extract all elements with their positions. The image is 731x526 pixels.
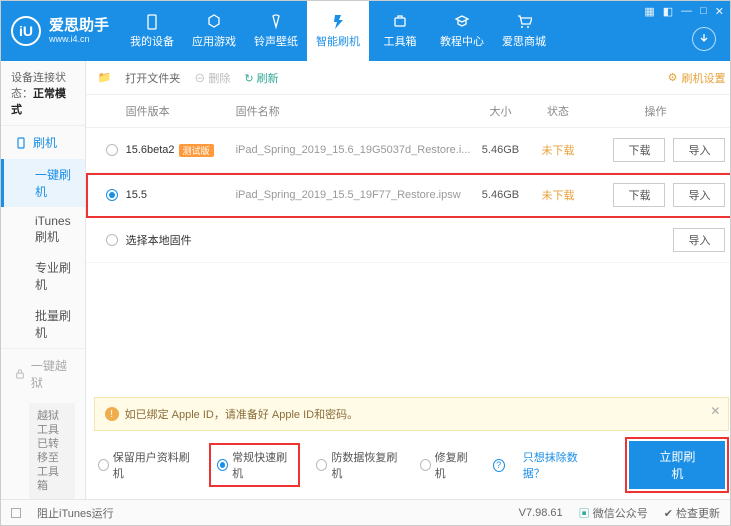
status-bar: 阻止iTunes运行 V7.98.61 ▣ 微信公众号 ✔ 检查更新 [1,499,730,525]
nav-apps[interactable]: 应用游戏 [183,1,245,61]
ring-icon [267,13,285,31]
firmware-size: 5.46GB [470,144,530,156]
phone-icon [143,13,161,31]
main-content: 📁 打开文件夹 ⊖ 删除 ↻ 刷新 ⚙ 刷机设置 固件版本 固件名称 大小 状态… [86,61,730,499]
download-button[interactable]: 下载 [613,138,665,162]
minimize-button[interactable]: — [681,5,692,18]
firmware-row[interactable]: 15.6beta2测试版iPad_Spring_2019_15.6_19G503… [86,128,730,173]
firmware-version: 15.6beta2测试版 [126,144,236,157]
warning-icon: ! [105,407,119,421]
brand-name: 爱思助手 [49,18,109,34]
firmware-filename: iPad_Spring_2019_15.5_19F77_Restore.ipsw [236,189,471,201]
tools-icon [391,13,409,31]
firmware-radio[interactable] [106,189,118,201]
toolbar: 📁 打开文件夹 ⊖ 删除 ↻ 刷新 ⚙ 刷机设置 [86,61,730,95]
close-button[interactable]: ✕ [715,5,724,18]
connection-status: 设备连接状态：正常模式 [1,61,85,125]
mode-anti-recovery[interactable]: 防数据恢复刷机 [316,449,401,481]
flash-now-button[interactable]: 立即刷机 [629,441,725,489]
block-itunes-checkbox[interactable] [11,508,21,518]
firmware-version: 15.5 [126,189,236,201]
wechat-link[interactable]: ▣ 微信公众号 [579,505,648,521]
flash-icon [329,13,347,31]
cart-icon [515,13,533,31]
folder-icon: 📁 [98,71,112,84]
app-header: iU 爱思助手 www.i4.cn 我的设备应用游戏铃声壁纸智能刷机工具箱教程中… [1,1,730,61]
firmware-filename: iPad_Spring_2019_15.6_19G5037d_Restore.i… [236,144,471,156]
check-update-link[interactable]: ✔ 检查更新 [664,505,720,521]
sidebar-item-itunes[interactable]: iTunes刷机 [1,207,85,252]
window-controls: ▦ ◧ — □ ✕ [644,5,724,18]
sidebar-item-pro[interactable]: 专业刷机 [1,252,85,300]
apps-icon [205,13,223,31]
card-icon[interactable]: ◧ [663,5,673,18]
refresh-button[interactable]: ↻ 刷新 [244,70,278,86]
sidebar-item-oneclick[interactable]: 一键刷机 [1,159,85,207]
nav-cart[interactable]: 爱思商城 [493,1,555,61]
nav-tools[interactable]: 工具箱 [369,1,431,61]
mode-repair[interactable]: 修复刷机 [420,449,475,481]
firmware-status: 未下载 [530,187,585,203]
local-firmware-row[interactable]: 选择本地固件 导入 [86,218,730,263]
radio-local[interactable] [106,234,118,246]
maximize-button[interactable]: □ [700,5,707,18]
logo-icon: iU [11,16,41,46]
edu-icon [453,13,471,31]
nav-edu[interactable]: 教程中心 [431,1,493,61]
brand-url: www.i4.cn [49,34,109,44]
download-button[interactable]: 下载 [613,183,665,207]
grid-icon[interactable]: ▦ [644,5,654,18]
delete-button[interactable]: ⊖ 删除 [194,70,230,86]
main-nav: 我的设备应用游戏铃声壁纸智能刷机工具箱教程中心爱思商城 [121,1,730,61]
version-label: V7.98.61 [519,507,563,519]
info-icon[interactable]: ? [493,459,505,472]
mode-keep-data[interactable]: 保留用户资料刷机 [98,449,193,481]
import-button[interactable]: 导入 [673,183,725,207]
warning-close-button[interactable]: ✕ [710,404,720,418]
download-progress-icon[interactable] [692,27,716,51]
firmware-radio[interactable] [106,144,118,156]
nav-phone[interactable]: 我的设备 [121,1,183,61]
flash-mode-bar: 保留用户资料刷机 常规快速刷机 防数据恢复刷机 修复刷机 ? 只想抹除数据？ 立… [86,431,730,499]
erase-only-link[interactable]: 只想抹除数据？ [523,449,594,481]
flash-settings-button[interactable]: ⚙ 刷机设置 [668,70,726,86]
nav-ring[interactable]: 铃声壁纸 [245,1,307,61]
firmware-status: 未下载 [530,142,585,158]
sidebar-item-batch[interactable]: 批量刷机 [1,300,85,348]
appleid-warning: ! 如已绑定 Apple ID，请准备好 Apple ID和密码。 ✕ [94,397,730,431]
mode-normal-fast[interactable]: 常规快速刷机 [211,445,298,485]
jailbreak-moved-note: 越狱工具已转移至工具箱 [29,403,75,499]
open-folder-button[interactable]: 打开文件夹 [125,70,180,86]
nav-flash[interactable]: 智能刷机 [307,1,369,61]
sidebar-group-jailbreak[interactable]: 一键越狱 [1,349,85,399]
import-local-button[interactable]: 导入 [673,228,725,252]
import-button[interactable]: 导入 [673,138,725,162]
sidebar: 设备连接状态：正常模式 刷机 一键刷机 iTunes刷机 专业刷机 批量刷机 一… [1,61,86,499]
firmware-row[interactable]: 15.5iPad_Spring_2019_15.5_19F77_Restore.… [86,173,730,218]
table-header: 固件版本 固件名称 大小 状态 操作 [86,95,730,128]
sidebar-group-flash[interactable]: 刷机 [1,126,85,159]
logo: iU 爱思助手 www.i4.cn [1,1,121,61]
firmware-size: 5.46GB [470,189,530,201]
